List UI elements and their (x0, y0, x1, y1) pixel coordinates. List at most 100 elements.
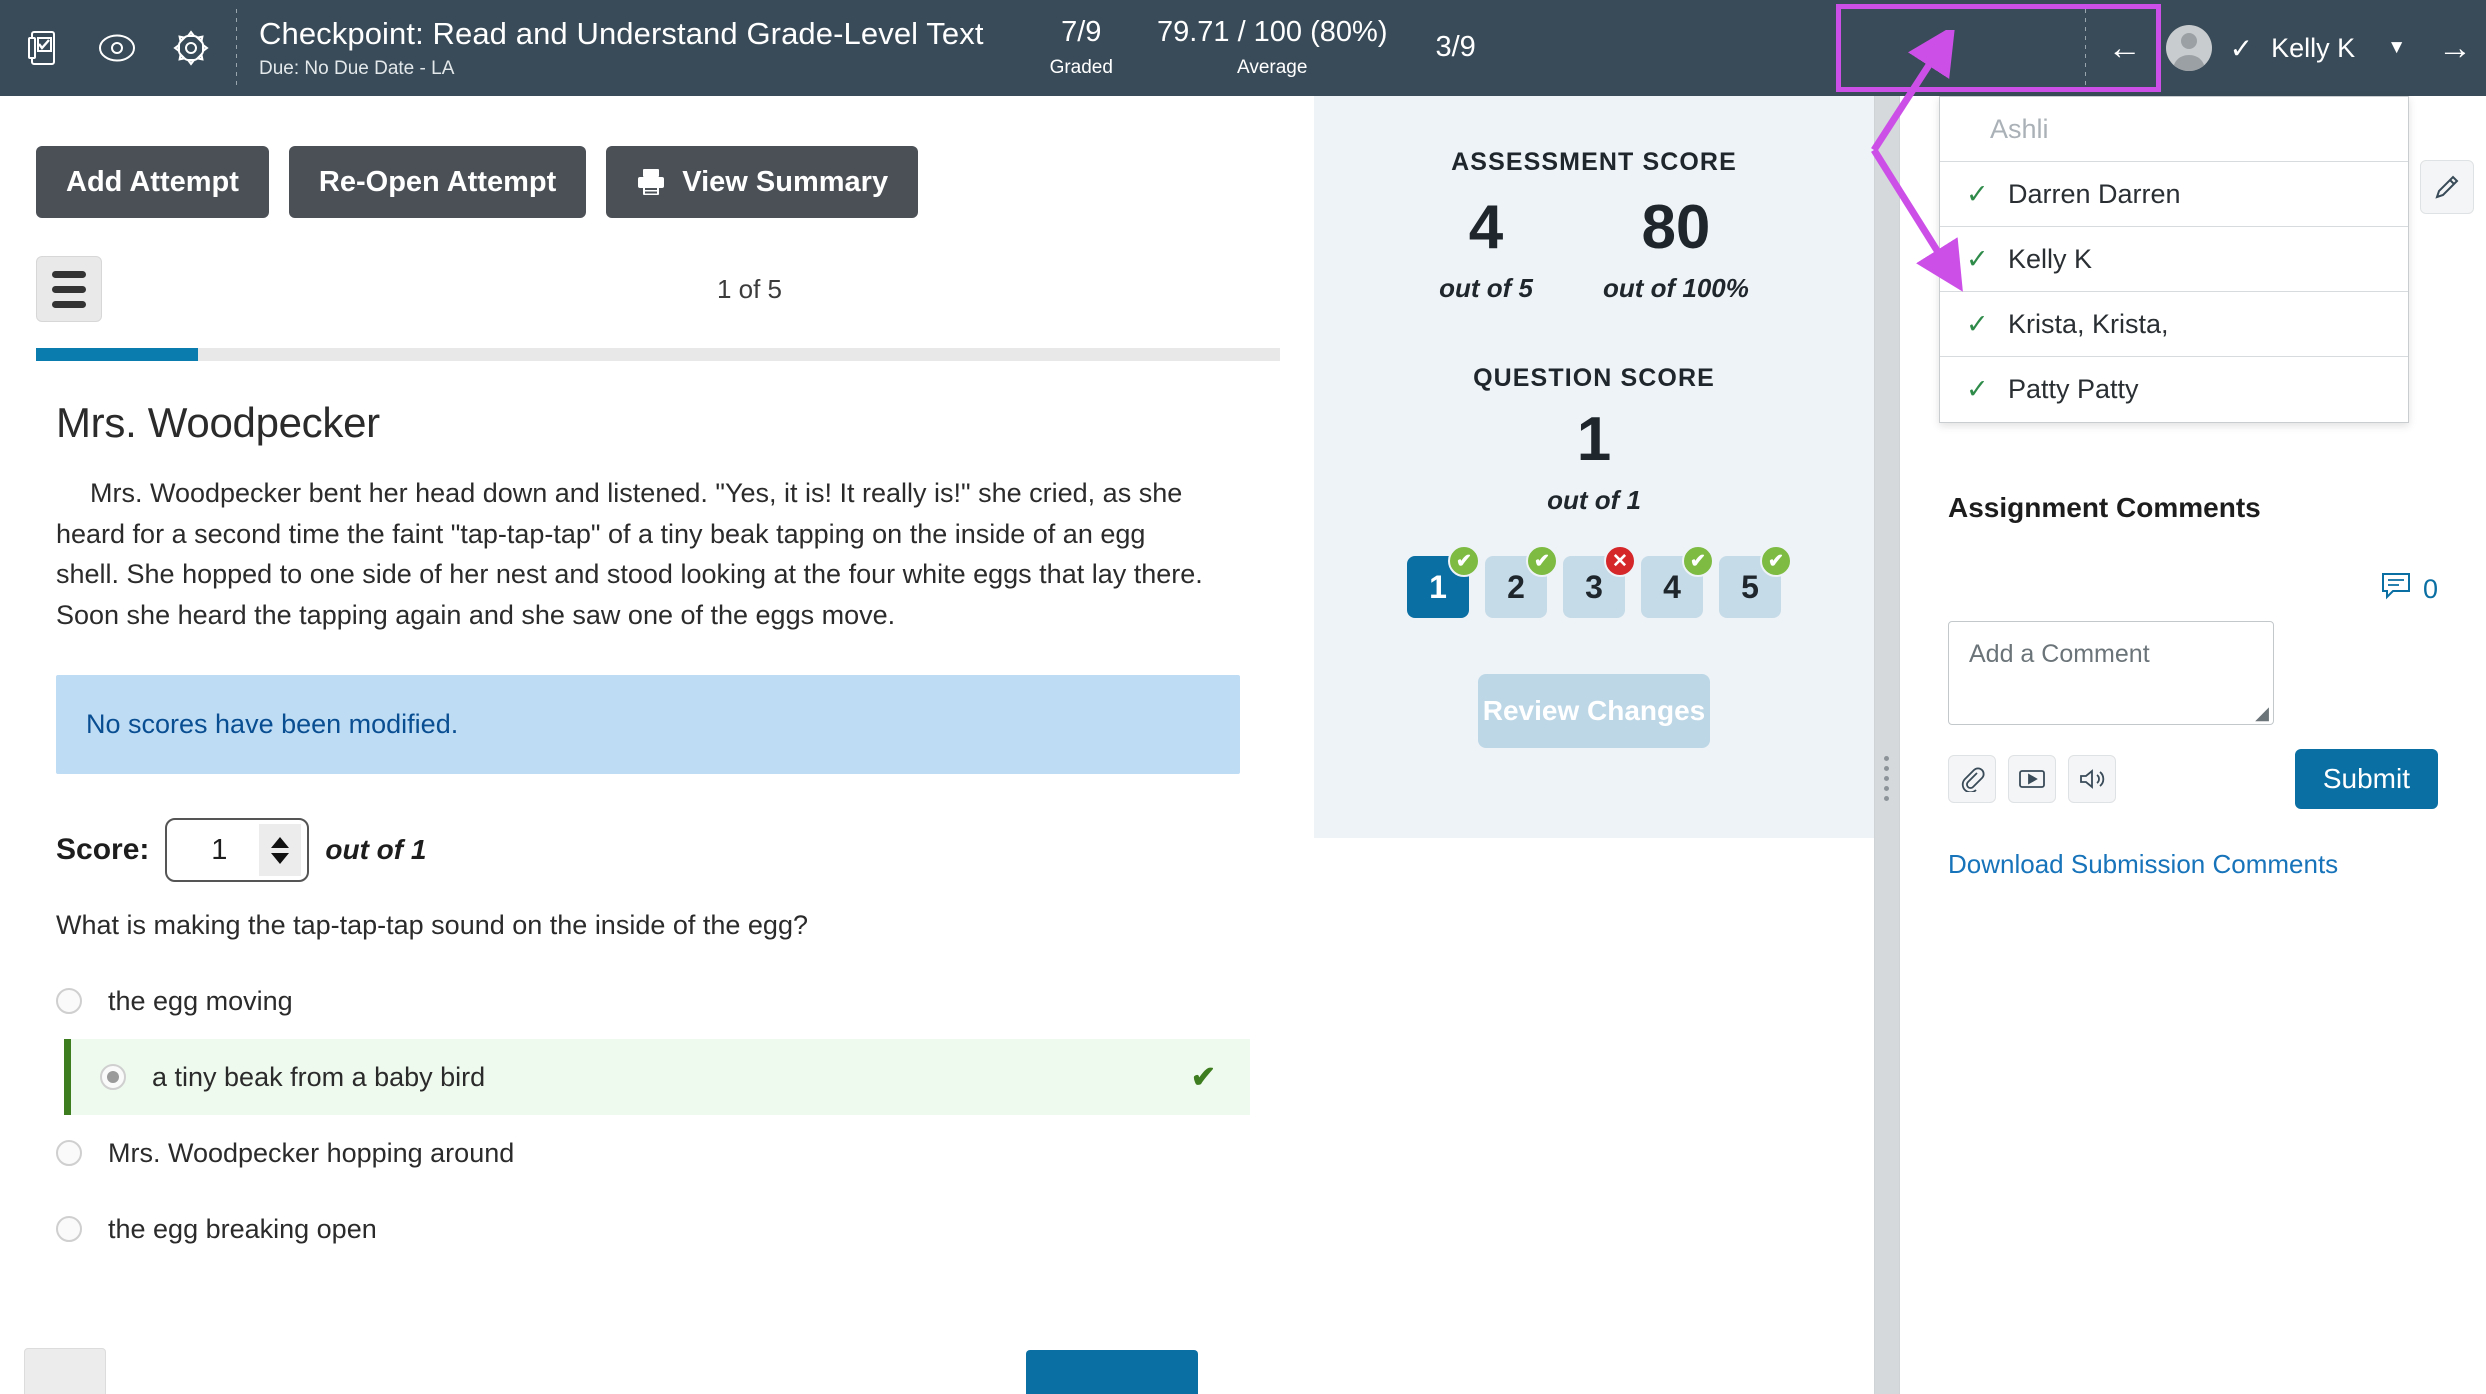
previous-student-button[interactable]: ← (2094, 17, 2156, 79)
question-score-denominator: out of 1 (1547, 485, 1641, 515)
answer-option[interactable]: the egg breaking open (0, 1191, 1250, 1267)
radio-icon[interactable] (56, 1140, 82, 1166)
score-input-value[interactable]: 1 (167, 834, 259, 867)
assessment-percent-denominator: out of 100% (1602, 273, 1749, 303)
score-stepper[interactable]: 1 (165, 818, 310, 882)
question-score-values: 1 out of 1 (1314, 409, 1874, 516)
hamburger-bar (52, 285, 86, 293)
assessment-percent: 80 out of 100% (1603, 197, 1749, 304)
top-bar: Checkpoint: Read and Understand Grade-Le… (0, 0, 2486, 96)
grip-dot (1884, 766, 1889, 771)
comment-action-row: Submit (1948, 749, 2438, 809)
dropdown-item-patty[interactable]: ✓ Patty Patty (1940, 357, 2408, 422)
resize-handle-icon[interactable]: ◢ (2255, 704, 2269, 722)
reading-passage: Mrs. Woodpecker Mrs. Woodpecker bent her… (0, 361, 1250, 635)
dropdown-search-placeholder[interactable]: Ashli (1940, 97, 2408, 162)
record-video-icon[interactable] (2008, 755, 2056, 803)
answer-option[interactable]: Mrs. Woodpecker hopping around (0, 1115, 1250, 1191)
question-button-3[interactable]: 3 ✕ (1563, 545, 1636, 618)
question-number-label: 3 (1585, 568, 1603, 605)
question-button-2[interactable]: 2 ✔ (1485, 545, 1558, 618)
answer-option[interactable]: the egg moving (0, 963, 1250, 1039)
answer-options: the egg moving a tiny beak from a baby b… (0, 963, 1314, 1267)
grip-dot (1884, 756, 1889, 761)
assessment-score-heading: ASSESSMENT SCORE (1451, 148, 1737, 176)
score-spinner[interactable] (259, 824, 302, 876)
question-number-label: 1 (1429, 568, 1447, 605)
dropdown-item-label: Kelly K (2008, 243, 2093, 274)
preview-eye-icon[interactable] (94, 25, 140, 71)
menu-hamburger-icon[interactable] (36, 256, 102, 322)
incorrect-badge-icon: ✕ (1604, 545, 1636, 577)
correct-badge-icon: ✔ (1760, 545, 1792, 577)
record-audio-icon[interactable] (2068, 755, 2116, 803)
avatar (2165, 25, 2212, 71)
question-number-label: 4 (1663, 568, 1681, 605)
grip-dot (1884, 776, 1889, 781)
resize-grip-icon[interactable] (1884, 756, 1889, 801)
radio-icon[interactable] (56, 988, 82, 1014)
answer-option-selected-correct[interactable]: a tiny beak from a baby bird ✔ (64, 1039, 1250, 1115)
reopen-attempt-button[interactable]: Re-Open Attempt (288, 146, 587, 218)
next-question-button[interactable] (1026, 1350, 1198, 1394)
average-label: Average (1236, 56, 1308, 78)
top-bar-divider-2 (2084, 9, 2086, 87)
question-button-5[interactable]: 5 ✔ (1719, 545, 1792, 618)
radio-icon[interactable] (56, 1216, 82, 1242)
score-summary-panel: ASSESSMENT SCORE 4 out of 5 80 out of 10… (1314, 96, 1874, 838)
previous-question-button[interactable] (24, 1348, 106, 1394)
review-changes-button[interactable]: Review Changes (1478, 674, 1710, 748)
due-date-subtitle: Due: No Due Date - LA (259, 58, 455, 80)
grading-app-window: Checkpoint: Read and Understand Grade-Le… (0, 0, 2486, 1394)
chevron-down-icon[interactable]: ▼ (2369, 37, 2424, 59)
spinner-down-icon[interactable] (271, 852, 290, 864)
graded-value: 7/9 (1061, 16, 1102, 49)
comment-bubble-icon (2381, 572, 2411, 607)
stat-graded: 7/9 Graded (1028, 16, 1135, 79)
dropdown-item-label: Krista, Krista, (2008, 308, 2169, 339)
add-comment-textarea[interactable]: Add a Comment ◢ (1948, 621, 2274, 725)
download-submission-comments-link[interactable]: Download Submission Comments (1948, 849, 2438, 880)
comment-count-value: 0 (2422, 574, 2438, 604)
question-pagination-row (0, 1330, 1314, 1394)
settings-gear-icon[interactable] (168, 25, 214, 71)
correct-badge-icon: ✔ (1682, 545, 1714, 577)
dropdown-item-label: Patty Patty (2008, 374, 2139, 404)
passage-body: Mrs. Woodpecker bent her head down and l… (56, 478, 1203, 630)
top-bar-icon-group (0, 25, 214, 71)
dropdown-item-darren[interactable]: ✓ Darren Darren (1940, 162, 2408, 227)
correct-badge-icon: ✔ (1526, 545, 1558, 577)
question-button-1[interactable]: 1 ✔ (1407, 545, 1480, 618)
dropdown-item-kelly[interactable]: ✓ Kelly K (1940, 227, 2408, 292)
assessment-icon[interactable] (20, 25, 66, 71)
hamburger-bar (52, 300, 86, 308)
graded-label: Graded (1049, 56, 1113, 78)
question-score-row: Score: 1 out of 1 (0, 774, 1314, 882)
stat-average: 79.71 / 100 (80%) Average (1135, 16, 1410, 79)
view-summary-button[interactable]: View Summary (606, 146, 919, 218)
attach-file-icon[interactable] (1948, 755, 1996, 803)
panel-resize-divider[interactable] (1874, 96, 1900, 1394)
student-navigator: ← ✓ Kelly K ▼ → (2084, 0, 2486, 96)
radio-icon-selected[interactable] (100, 1064, 126, 1090)
submit-comment-button[interactable]: Submit (2294, 749, 2438, 809)
assignment-comments-title: Assignment Comments (1948, 492, 2261, 523)
passage-title: Mrs. Woodpecker (56, 399, 380, 446)
answer-option-label: Mrs. Woodpecker hopping around (108, 1137, 515, 1168)
printer-icon (636, 167, 666, 197)
question-prompt: What is making the tap-tap-tap sound on … (56, 910, 808, 940)
question-score-value: 1 (1576, 405, 1612, 474)
view-summary-label: View Summary (682, 165, 889, 198)
comment-placeholder: Add a Comment (1969, 640, 2150, 668)
student-selector[interactable]: ✓ Kelly K (2156, 12, 2370, 84)
graded-check-icon: ✓ (1966, 178, 1989, 209)
comment-count-row: 0 (1948, 572, 2438, 607)
assessment-points-value: 4 (1468, 193, 1504, 262)
next-student-button[interactable]: → (2424, 17, 2486, 79)
dropdown-item-krista[interactable]: ✓ Krista, Krista, (1940, 292, 2408, 357)
edit-pencil-icon[interactable] (2420, 160, 2474, 214)
add-attempt-button[interactable]: Add Attempt (36, 146, 269, 218)
spinner-up-icon[interactable] (271, 836, 290, 848)
question-button-4[interactable]: 4 ✔ (1641, 545, 1714, 618)
answer-option-label: a tiny beak from a baby bird (152, 1061, 486, 1092)
